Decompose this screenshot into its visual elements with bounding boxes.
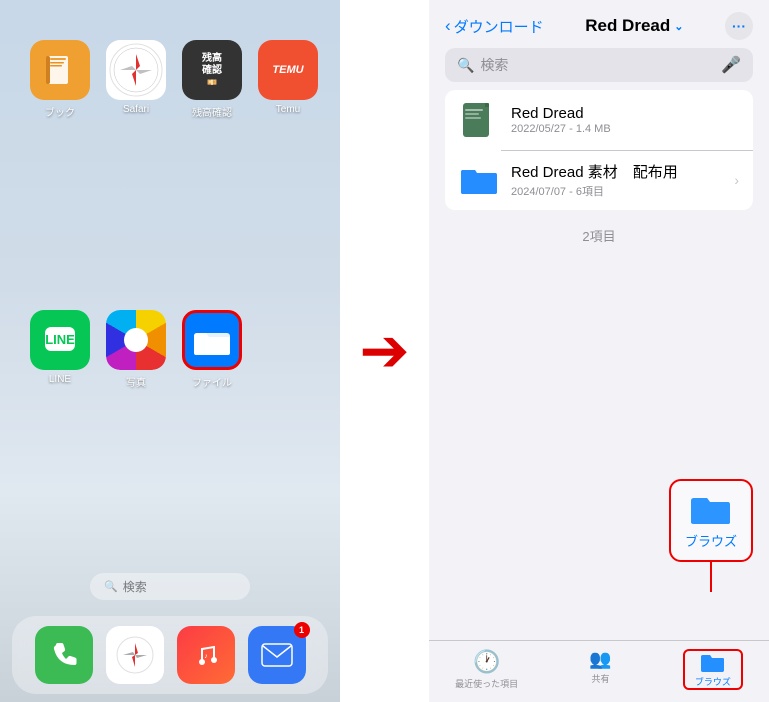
- safari-icon: [106, 40, 166, 100]
- folder-chevron-icon: ›: [734, 172, 739, 188]
- photos-icon: [106, 310, 166, 370]
- folder-info: Red Dread 素材 配布用 2024/07/07 - 6項目: [511, 161, 722, 199]
- folder-name: Red Dread 素材 配布用: [511, 161, 722, 182]
- tab-shared[interactable]: 👥 共有: [571, 649, 631, 690]
- app-line[interactable]: LINE LINE: [30, 310, 90, 564]
- files-app: ‹ ダウンロード Red Dread ⌄ ··· 🔍 検索 🎤: [429, 0, 769, 702]
- temu-icon: TEMU: [258, 40, 318, 100]
- home-search-label: 検索: [123, 578, 147, 595]
- tab-shared-label: 共有: [591, 672, 609, 685]
- connector-line: [710, 562, 712, 592]
- safari-label: Safari: [123, 104, 149, 115]
- svg-text:LINE: LINE: [45, 332, 75, 347]
- zandaka-icon: 残高 確認 💴: [182, 40, 242, 100]
- photos-label: 写真: [126, 374, 146, 389]
- folder-title: Red Dread ⌄: [585, 16, 683, 36]
- browse-folder-icon: [689, 491, 733, 527]
- app-photos[interactable]: 写真: [106, 310, 166, 564]
- more-button[interactable]: ···: [725, 12, 753, 40]
- arrow-divider: ➔: [340, 0, 429, 702]
- folder-meta: 2024/07/07 - 6項目: [511, 183, 722, 199]
- iphone-dock: ♪ 1: [12, 616, 328, 694]
- app-book[interactable]: ブック: [30, 40, 90, 294]
- file-info: Red Dread 2022/05/27 - 1.4 MB: [511, 105, 739, 135]
- mail-badge: 1: [294, 622, 310, 638]
- right-arrow-icon: ➔: [359, 321, 409, 381]
- mic-icon: 🎤: [721, 55, 741, 75]
- zandaka-label: 残高確認: [192, 104, 232, 119]
- chevron-left-icon: ‹: [445, 16, 451, 36]
- files-nav-bar: ‹ ダウンロード Red Dread ⌄ ···: [445, 12, 753, 40]
- back-label: ダウンロード: [454, 16, 544, 37]
- chevron-down-icon: ⌄: [674, 20, 683, 33]
- line-label: LINE: [49, 374, 71, 385]
- app-zandaka[interactable]: 残高 確認 💴 残高確認: [182, 40, 242, 294]
- tab-recents[interactable]: 🕐 最近使った項目: [455, 649, 518, 690]
- app-temu[interactable]: TEMU Temu: [258, 40, 318, 294]
- files-label: ファイル: [192, 374, 232, 389]
- browse-highlight-container: ブラウズ: [669, 479, 753, 592]
- clock-icon: 🕐: [473, 649, 500, 675]
- book-icon: [30, 40, 90, 100]
- file-icon: [459, 100, 499, 140]
- browse-tab-folder-icon: [700, 651, 726, 673]
- search-icon: 🔍: [104, 580, 118, 593]
- dock-phone[interactable]: [35, 626, 93, 684]
- files-tab-bar: 🕐 最近使った項目 👥 共有 ブラウズ: [429, 640, 769, 702]
- search-placeholder: 検索: [480, 55, 508, 75]
- dock-safari[interactable]: [106, 626, 164, 684]
- search-icon: 🔍: [457, 57, 474, 74]
- browse-highlight-label: ブラウズ: [685, 531, 737, 550]
- file-item-reddread-folder[interactable]: Red Dread 素材 配布用 2024/07/07 - 6項目 ›: [445, 150, 753, 210]
- files-list: Red Dread 2022/05/27 - 1.4 MB Red Dread …: [445, 90, 753, 210]
- app-files[interactable]: ファイル: [182, 310, 242, 564]
- files-content: Red Dread 2022/05/27 - 1.4 MB Red Dread …: [429, 90, 769, 702]
- folder-icon: [459, 160, 499, 200]
- file-name: Red Dread: [511, 105, 739, 122]
- tab-browse-label: ブラウズ: [695, 675, 731, 688]
- svg-text:♪: ♪: [204, 653, 208, 660]
- file-meta: 2022/05/27 - 1.4 MB: [511, 123, 739, 135]
- iphone-home-screen: ブック Safari 残高 確認 💴: [0, 0, 340, 702]
- book-label: ブック: [45, 104, 75, 119]
- home-search-bar[interactable]: 🔍 検索: [90, 573, 250, 600]
- item-count: 2項目: [445, 210, 753, 253]
- files-search-bar[interactable]: 🔍 検索 🎤: [445, 48, 753, 82]
- share-icon: 👥: [589, 649, 611, 670]
- tab-recents-label: 最近使った項目: [455, 677, 518, 690]
- back-button[interactable]: ‹ ダウンロード: [445, 16, 544, 37]
- line-icon: LINE: [30, 310, 90, 370]
- files-icon: [182, 310, 242, 370]
- dock-mail[interactable]: 1: [248, 626, 306, 684]
- app-safari[interactable]: Safari: [106, 40, 166, 294]
- tab-browse[interactable]: ブラウズ: [683, 649, 743, 690]
- browse-highlight-box: ブラウズ: [669, 479, 753, 562]
- dock-music[interactable]: ♪: [177, 626, 235, 684]
- app-grid: ブック Safari 残高 確認 💴: [0, 0, 340, 573]
- temu-label: Temu: [276, 104, 300, 115]
- file-item-reddread[interactable]: Red Dread 2022/05/27 - 1.4 MB: [445, 90, 753, 150]
- files-header: ‹ ダウンロード Red Dread ⌄ ··· 🔍 検索 🎤: [429, 0, 769, 90]
